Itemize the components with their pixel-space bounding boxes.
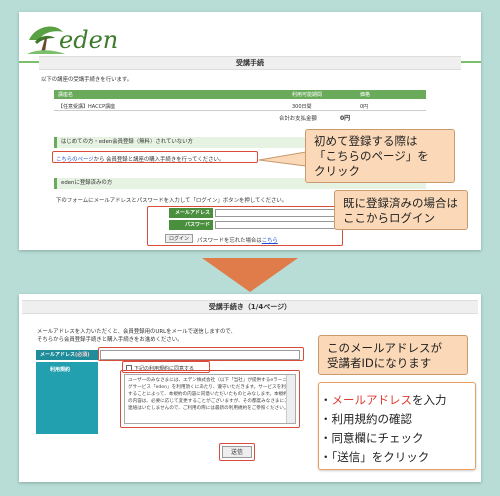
callout-registered: 既に登録済みの場合は ここからログイン [334, 190, 468, 230]
cell-course: 【任意受講】HACCP講座 [58, 104, 116, 110]
highlight-login-form [147, 206, 343, 246]
col-price: 価格 [360, 92, 371, 98]
total-value: 0円 [340, 115, 351, 122]
highlight-terms [120, 370, 300, 428]
cell-period: 300日間 [292, 104, 312, 110]
tip-email: ・メールアドレスを入力 [320, 393, 447, 407]
step2-title: 受講手続き（1/4ページ） [22, 300, 478, 314]
step2-intro-1: メールアドレスを入力いただくと、会員登録用のURLをメールで送信しますので、 [37, 329, 236, 335]
tip-terms: ・利用規約の確認 [320, 412, 412, 426]
callout-email-id: このメールアドレスが 受講者IDになります [318, 335, 468, 375]
tip-send: ・「送信」をクリック [320, 450, 430, 464]
table-row: 【任意受講】HACCP講座 300日間 0円 [54, 101, 426, 111]
step2-intro-2: そちらから会員登録手続きと購入手続きをお進めください。 [37, 337, 183, 343]
page-title: 受講手続 [39, 56, 461, 70]
highlight-register-link [52, 151, 258, 163]
down-arrow-icon [202, 258, 298, 292]
highlight-email-input [98, 347, 304, 361]
step2-email-label: メールアドレス(必須) [36, 350, 98, 360]
tip-agree: ・同意欄にチェック [320, 431, 424, 445]
terms-label-column: 利用規約 [36, 362, 98, 434]
intro-text: 以下の講座の受講手続きを行います。 [41, 77, 133, 83]
terms-label: 利用規約 [50, 367, 71, 373]
total-label: 合計お支払金額 [279, 116, 317, 122]
col-course: 講座名 [58, 92, 74, 98]
highlight-send [219, 443, 255, 461]
login-instruction: 下のフォームにメールアドレスとパスワードを入力して「ログイン」ボタンを押してくだ… [56, 198, 288, 204]
callout-first-time: 初めて登録する際は 「こちらのページ」を クリック [305, 129, 455, 183]
logo-text: eden [59, 26, 119, 54]
cell-price: 0円 [360, 104, 369, 110]
course-table-header: 講座名 利用可能期間 価格 [54, 90, 426, 99]
col-period: 利用可能期間 [292, 92, 323, 98]
